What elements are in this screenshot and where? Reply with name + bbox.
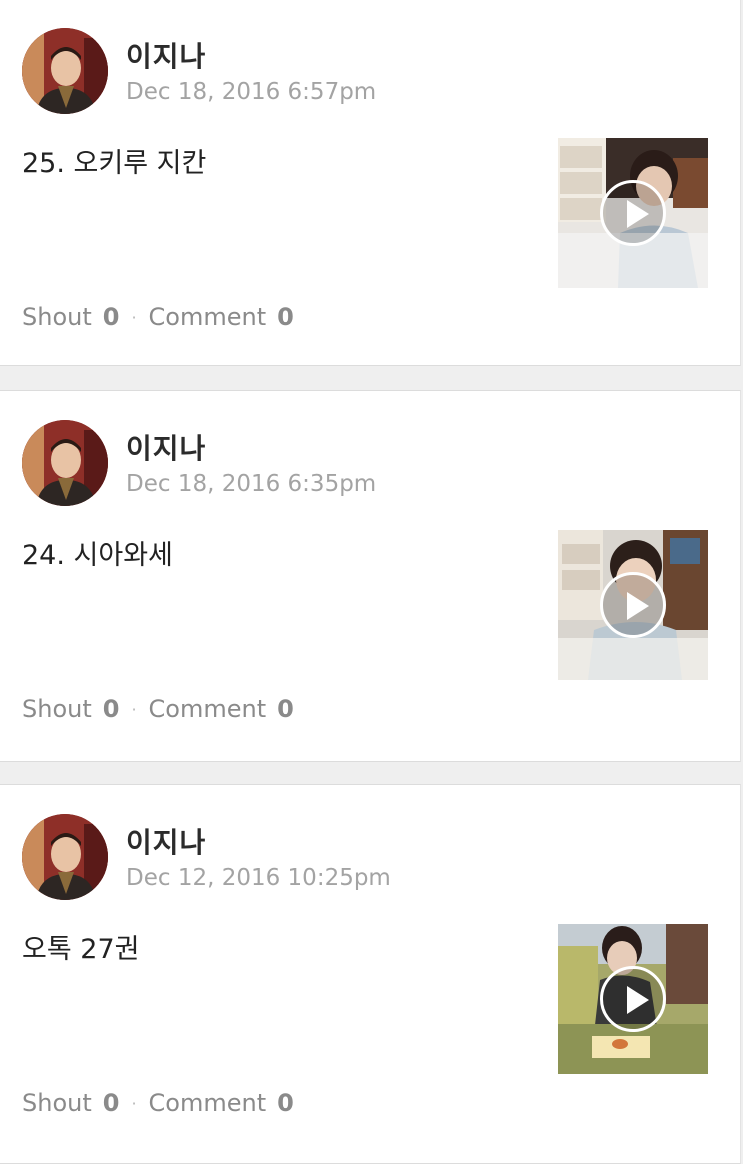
comment-count: 0 bbox=[277, 303, 294, 331]
avatar[interactable] bbox=[22, 814, 108, 900]
post-timestamp: Dec 18, 2016 6:35pm bbox=[126, 471, 377, 497]
post-timestamp: Dec 18, 2016 6:57pm bbox=[126, 79, 377, 105]
comment-label: Comment bbox=[148, 303, 267, 331]
shout-label: Shout bbox=[22, 1089, 92, 1117]
avatar[interactable] bbox=[22, 28, 108, 114]
shout-label: Shout bbox=[22, 695, 92, 723]
post-feed: 이지나 Dec 18, 2016 6:57pm 25. 오키루 지칸 Shout… bbox=[0, 0, 743, 1164]
separator-dot: · bbox=[131, 1093, 137, 1113]
author-name[interactable]: 이지나 bbox=[126, 427, 206, 467]
separator-dot: · bbox=[131, 699, 137, 719]
post-title[interactable]: 24. 시아와세 bbox=[22, 533, 173, 572]
comment-button[interactable]: Comment 0 bbox=[149, 303, 294, 331]
play-icon[interactable] bbox=[600, 966, 666, 1032]
shout-button[interactable]: Shout 0 bbox=[22, 1089, 119, 1117]
post-card[interactable]: 이지나 Dec 12, 2016 10:25pm 오톡 27권 Shout 0 bbox=[0, 784, 741, 1164]
avatar[interactable] bbox=[22, 420, 108, 506]
video-thumbnail[interactable] bbox=[558, 924, 708, 1074]
post-timestamp: Dec 12, 2016 10:25pm bbox=[126, 865, 391, 891]
shout-count: 0 bbox=[102, 1089, 120, 1117]
author-name[interactable]: 이지나 bbox=[126, 821, 206, 861]
post-title[interactable]: 오톡 27권 bbox=[22, 927, 139, 966]
shout-count: 0 bbox=[102, 695, 120, 723]
post-stats: Shout 0 · Comment 0 bbox=[22, 695, 294, 723]
post-card[interactable]: 이지나 Dec 18, 2016 6:57pm 25. 오키루 지칸 Shout… bbox=[0, 0, 741, 366]
shout-button[interactable]: Shout 0 bbox=[22, 695, 119, 723]
post-card[interactable]: 이지나 Dec 18, 2016 6:35pm 24. 시아와세 Shout 0 bbox=[0, 390, 741, 762]
comment-button[interactable]: Comment 0 bbox=[149, 1089, 294, 1117]
play-icon[interactable] bbox=[600, 180, 666, 246]
shout-label: Shout bbox=[22, 303, 92, 331]
comment-label: Comment bbox=[148, 695, 267, 723]
post-stats: Shout 0 · Comment 0 bbox=[22, 303, 294, 331]
comment-button[interactable]: Comment 0 bbox=[149, 695, 294, 723]
shout-count: 0 bbox=[102, 303, 120, 331]
comment-count: 0 bbox=[277, 695, 294, 723]
comment-count: 0 bbox=[277, 1089, 294, 1117]
video-thumbnail[interactable] bbox=[558, 138, 708, 288]
shout-button[interactable]: Shout 0 bbox=[22, 303, 119, 331]
post-stats: Shout 0 · Comment 0 bbox=[22, 1089, 294, 1117]
author-name[interactable]: 이지나 bbox=[126, 35, 206, 75]
video-thumbnail[interactable] bbox=[558, 530, 708, 680]
play-icon[interactable] bbox=[600, 572, 666, 638]
comment-label: Comment bbox=[148, 1089, 267, 1117]
post-title[interactable]: 25. 오키루 지칸 bbox=[22, 141, 206, 180]
separator-dot: · bbox=[131, 307, 137, 327]
